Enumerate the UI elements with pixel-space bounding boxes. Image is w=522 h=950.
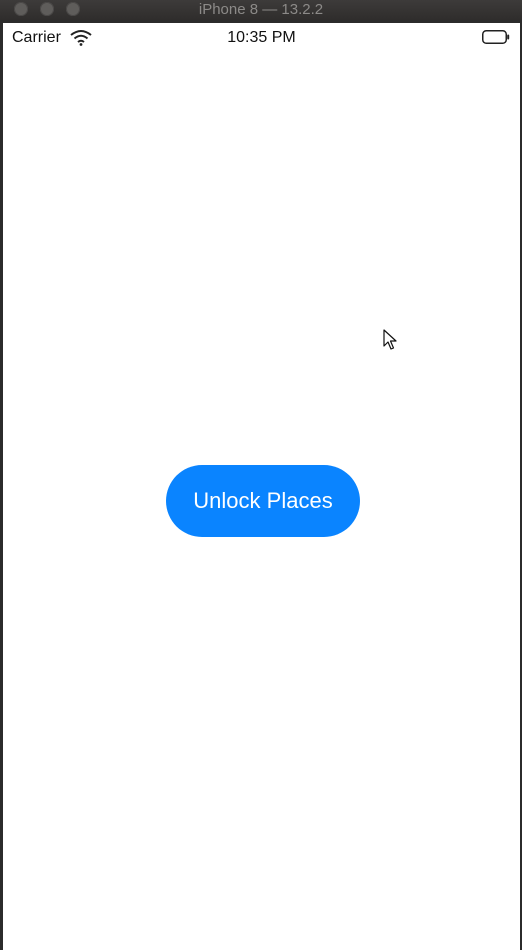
device-screen: Carrier 10:35 PM Unlock Places [3,23,520,950]
mouse-cursor-icon [383,329,397,350]
status-time: 10:35 PM [227,29,296,46]
window-title: iPhone 8 — 13.2.2 [198,1,324,18]
simulator-window: iPhone 8 — 13.2.2 Carrier 10:35 PM Unloc… [0,0,522,950]
unlock-places-button[interactable]: Unlock Places [166,465,360,537]
window-titlebar: iPhone 8 — 13.2.2 [0,0,522,20]
status-bar: Carrier 10:35 PM [3,23,520,51]
battery-icon [482,30,510,44]
